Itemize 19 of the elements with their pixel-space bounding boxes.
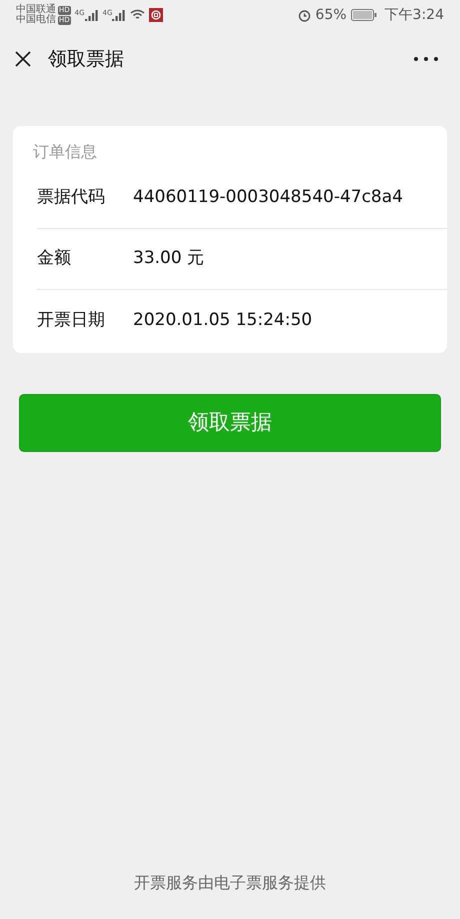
alarm-icon bbox=[298, 8, 312, 22]
field-label: 票据代码 bbox=[37, 186, 106, 210]
card-heading: 订单信息 bbox=[32, 141, 98, 163]
battery-icon bbox=[350, 9, 377, 21]
app-icon bbox=[149, 8, 164, 22]
footer-note: 开票服务由电子票服务提供 bbox=[133, 872, 327, 894]
field-label: 开票日期 bbox=[37, 308, 106, 332]
claim-button[interactable]: 领取票据 bbox=[19, 394, 441, 452]
field-value: 33.00 元 bbox=[133, 247, 204, 270]
clock-time: 下午3:24 bbox=[384, 6, 444, 24]
field-value: 44060119-0003048540-47c8a4 bbox=[133, 186, 403, 210]
field-label: 金额 bbox=[37, 247, 72, 270]
carrier-name: 中国联通 bbox=[16, 5, 56, 15]
wifi-icon bbox=[130, 9, 146, 21]
page-title: 领取票据 bbox=[48, 46, 124, 72]
field-value: 2020.01.05 15:24:50 bbox=[133, 308, 312, 332]
close-button[interactable] bbox=[14, 50, 32, 68]
battery-percent: 65% bbox=[315, 6, 347, 24]
carrier-name: 中国电信 bbox=[16, 15, 56, 25]
